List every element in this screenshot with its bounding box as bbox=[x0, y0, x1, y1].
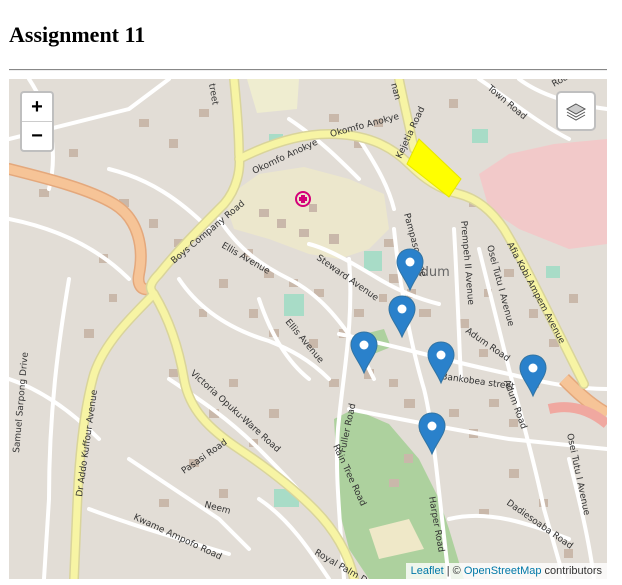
layers-button[interactable] bbox=[556, 91, 596, 131]
area-pool-3 bbox=[364, 251, 382, 271]
label-bankobea: Bankobea street bbox=[441, 372, 516, 392]
attribution: Leaflet | © OpenStreetMap contributors bbox=[405, 563, 607, 579]
zoom-control: + − bbox=[20, 91, 54, 152]
area-pool-4 bbox=[472, 129, 488, 143]
label-pasasi: Pasasi Road bbox=[180, 438, 229, 477]
label-neem: Neem bbox=[203, 500, 231, 517]
label-samuel: Samuel Sarpong Drive bbox=[12, 351, 31, 453]
zoom-out-button[interactable]: − bbox=[22, 121, 52, 150]
page-title: Assignment 11 bbox=[9, 22, 146, 47]
area-hospital bbox=[224, 167, 389, 259]
label-treet: treet bbox=[206, 83, 220, 107]
map-container[interactable]: Okomfo Anokye Okomfo Anokye Kejetia Road… bbox=[9, 79, 607, 579]
marker-5[interactable] bbox=[519, 354, 547, 397]
area-commercial-pink bbox=[479, 139, 607, 249]
marker-3[interactable] bbox=[350, 331, 378, 374]
road-trunk-west-inner bbox=[9, 164, 154, 294]
label-prempeh: Prempeh II Avenue bbox=[458, 220, 475, 306]
label-afia: Afia Kobi Ampem Avenue bbox=[504, 241, 566, 346]
attribution-suffix: contributors bbox=[541, 565, 602, 577]
label-kwame: Kwame Ampofo Road bbox=[132, 513, 223, 563]
label-ellis: Ellis Avenue bbox=[220, 241, 272, 277]
area-pool-6 bbox=[546, 266, 560, 278]
osm-link[interactable]: OpenStreetMap bbox=[464, 565, 542, 577]
attribution-separator: | © bbox=[443, 565, 464, 577]
title-divider bbox=[9, 69, 607, 71]
marker-6[interactable] bbox=[418, 412, 446, 455]
label-road-ne: Road bbox=[551, 79, 576, 90]
area-pool-2 bbox=[284, 294, 304, 316]
area-north-yellow bbox=[247, 79, 299, 113]
layers-icon bbox=[565, 103, 587, 121]
leaflet-link[interactable]: Leaflet bbox=[411, 565, 444, 577]
label-town: Town Road bbox=[484, 83, 528, 122]
map-tiles[interactable]: Okomfo Anokye Okomfo Anokye Kejetia Road… bbox=[9, 79, 607, 579]
zoom-in-button[interactable]: + bbox=[22, 93, 52, 121]
